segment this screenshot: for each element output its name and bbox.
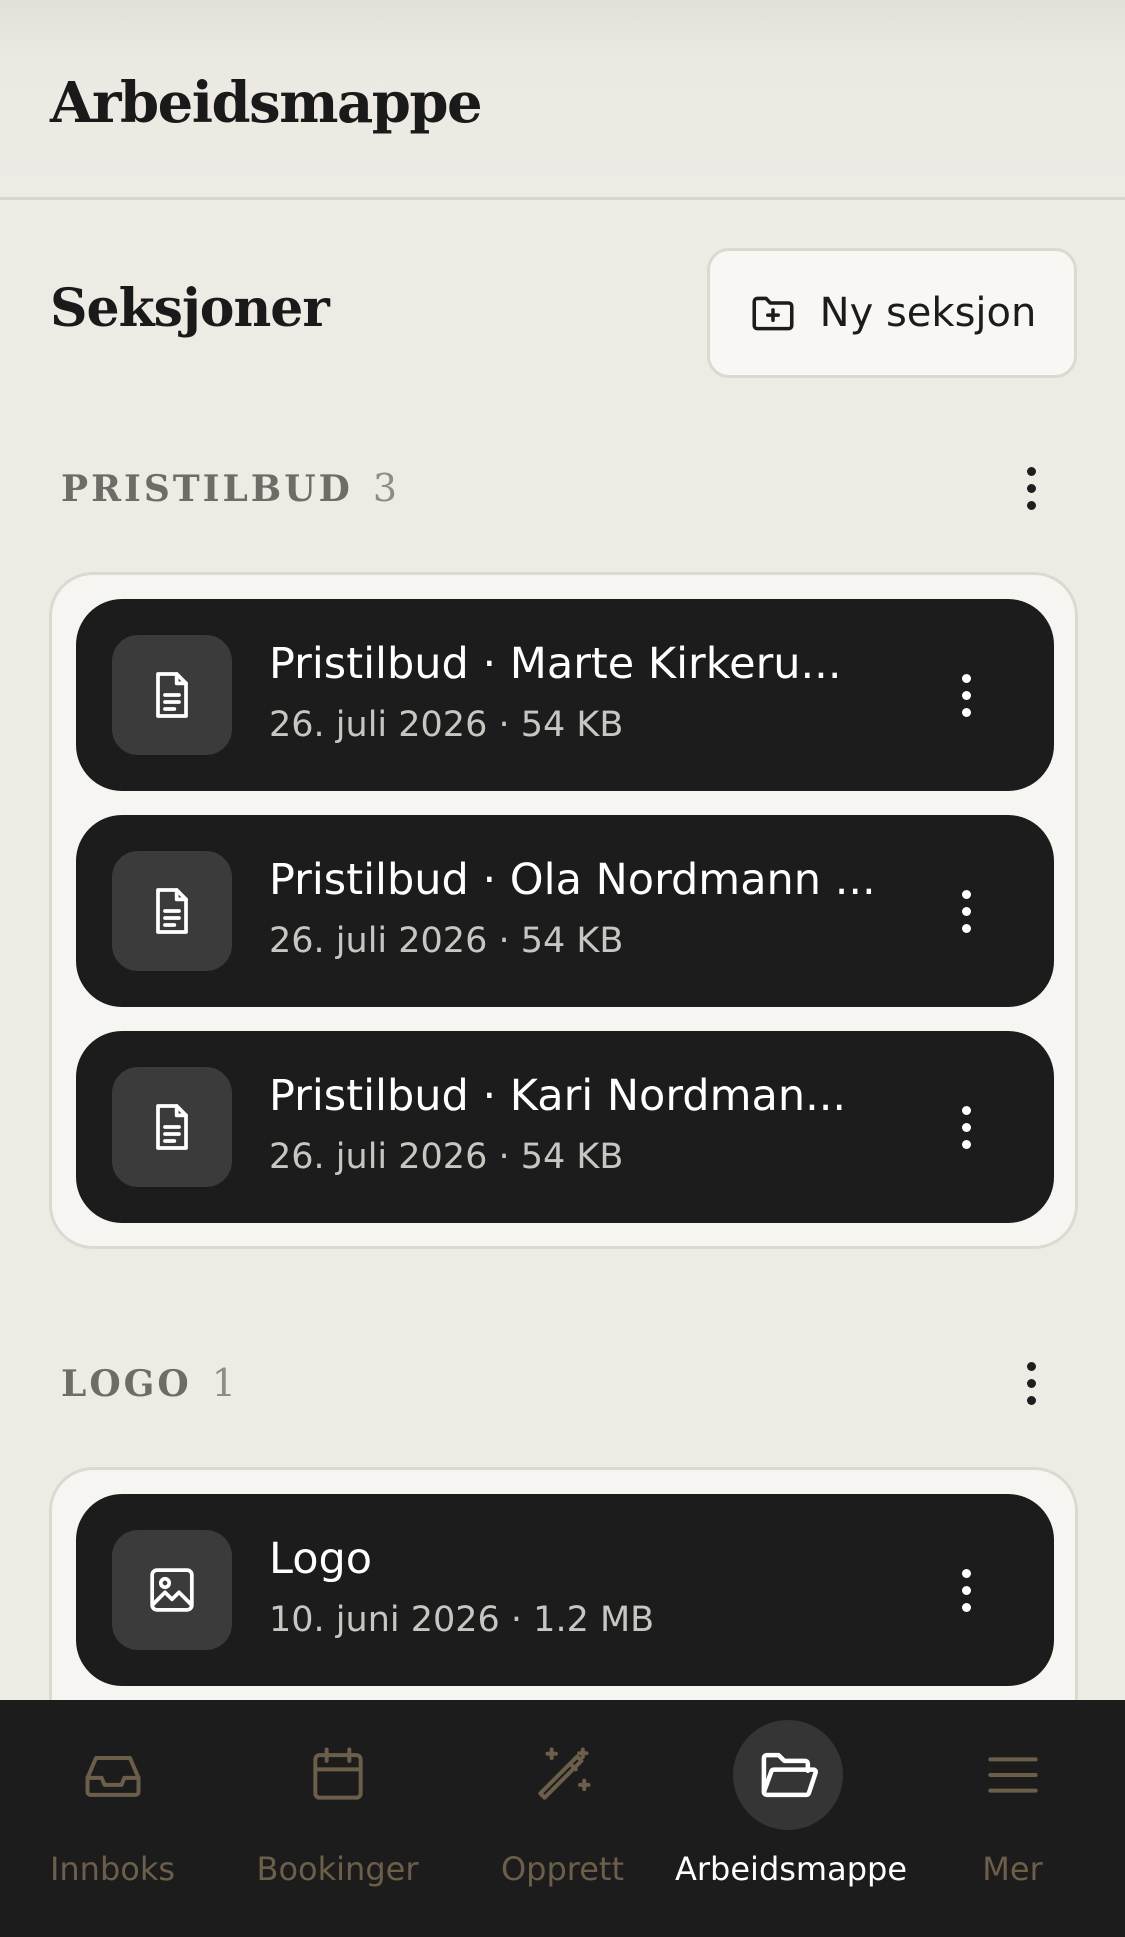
file-menu-button[interactable] <box>936 1097 996 1157</box>
file-row[interactable]: Pristilbud · Marte Kirkeru... 26. juli 2… <box>76 599 1054 791</box>
nav-label: Innboks <box>49 1850 176 1888</box>
file-meta: 26. juli 2026 · 54 KB <box>269 1137 624 1177</box>
file-row[interactable]: Pristilbud · Kari Nordman... 26. juli 20… <box>76 1031 1054 1223</box>
more-vertical-icon <box>1026 466 1036 510</box>
group-title: PRISTILBUD <box>61 468 353 510</box>
file-name: Pristilbud · Marte Kirkeru... <box>269 639 842 689</box>
new-section-button[interactable]: Ny seksjon <box>707 248 1077 378</box>
file-row[interactable]: Logo 10. juni 2026 · 1.2 MB <box>76 1494 1054 1686</box>
nav-item-arbeidsmappe[interactable]: Arbeidsmappe <box>675 1700 908 1937</box>
folder-open-icon <box>761 1752 818 1798</box>
nav-label: Mer <box>982 1850 1043 1888</box>
inbox-icon <box>85 1756 140 1797</box>
group-count: 3 <box>372 466 397 510</box>
file-meta: 26. juli 2026 · 54 KB <box>269 921 624 961</box>
calendar-icon <box>312 1747 363 1800</box>
group-container-pristilbud: Pristilbud · Marte Kirkeru... 26. juli 2… <box>49 572 1078 1249</box>
nav-label: Bookinger <box>256 1850 419 1888</box>
document-icon <box>156 888 188 934</box>
document-icon <box>156 1104 188 1150</box>
file-name: Logo <box>269 1534 373 1584</box>
nav-item-mer[interactable]: Mer <box>900 1700 1125 1937</box>
nav-label: Opprett <box>500 1850 625 1888</box>
file-meta: 26. juli 2026 · 54 KB <box>269 705 624 745</box>
file-menu-button[interactable] <box>936 665 996 725</box>
nav-item-opprett[interactable]: Opprett <box>450 1700 675 1937</box>
more-vertical-icon <box>961 1105 971 1149</box>
image-icon <box>150 1568 194 1612</box>
group-header-logo: LOGO 1 <box>61 1353 1061 1413</box>
folder-plus-icon <box>752 296 794 331</box>
file-name: Pristilbud · Kari Nordman... <box>269 1071 847 1121</box>
more-vertical-icon <box>1026 1361 1036 1405</box>
file-name: Pristilbud · Ola Nordmann ... <box>269 855 876 905</box>
magic-wand-icon <box>537 1747 590 1800</box>
group-menu-button[interactable] <box>1001 458 1061 518</box>
new-section-label: Ny seksjon <box>819 290 1037 336</box>
nav-item-bookinger[interactable]: Bookinger <box>225 1700 450 1937</box>
group-title: LOGO <box>61 1363 192 1405</box>
nav-label: Arbeidsmappe <box>675 1850 908 1888</box>
more-vertical-icon <box>961 673 971 717</box>
file-menu-button[interactable] <box>936 881 996 941</box>
nav-item-innboks[interactable]: Innboks <box>0 1700 225 1937</box>
group-count: 1 <box>211 1361 236 1405</box>
group-header-pristilbud: PRISTILBUD 3 <box>61 458 1061 518</box>
file-meta: 10. juni 2026 · 1.2 MB <box>269 1600 655 1640</box>
more-vertical-icon <box>961 889 971 933</box>
more-vertical-icon <box>961 1568 971 1612</box>
document-icon <box>156 672 188 718</box>
bottom-navigation: Innboks Bookinger Opprett Arbeidsmappe M… <box>0 1700 1125 1937</box>
group-menu-button[interactable] <box>1001 1353 1061 1413</box>
menu-icon <box>987 1757 1038 1793</box>
file-menu-button[interactable] <box>936 1560 996 1620</box>
sections-heading: Seksjoner <box>50 278 330 339</box>
file-row[interactable]: Pristilbud · Ola Nordmann ... 26. juli 2… <box>76 815 1054 1007</box>
page-title: Arbeidsmappe <box>50 70 483 136</box>
app-header: Arbeidsmappe <box>0 0 1125 200</box>
